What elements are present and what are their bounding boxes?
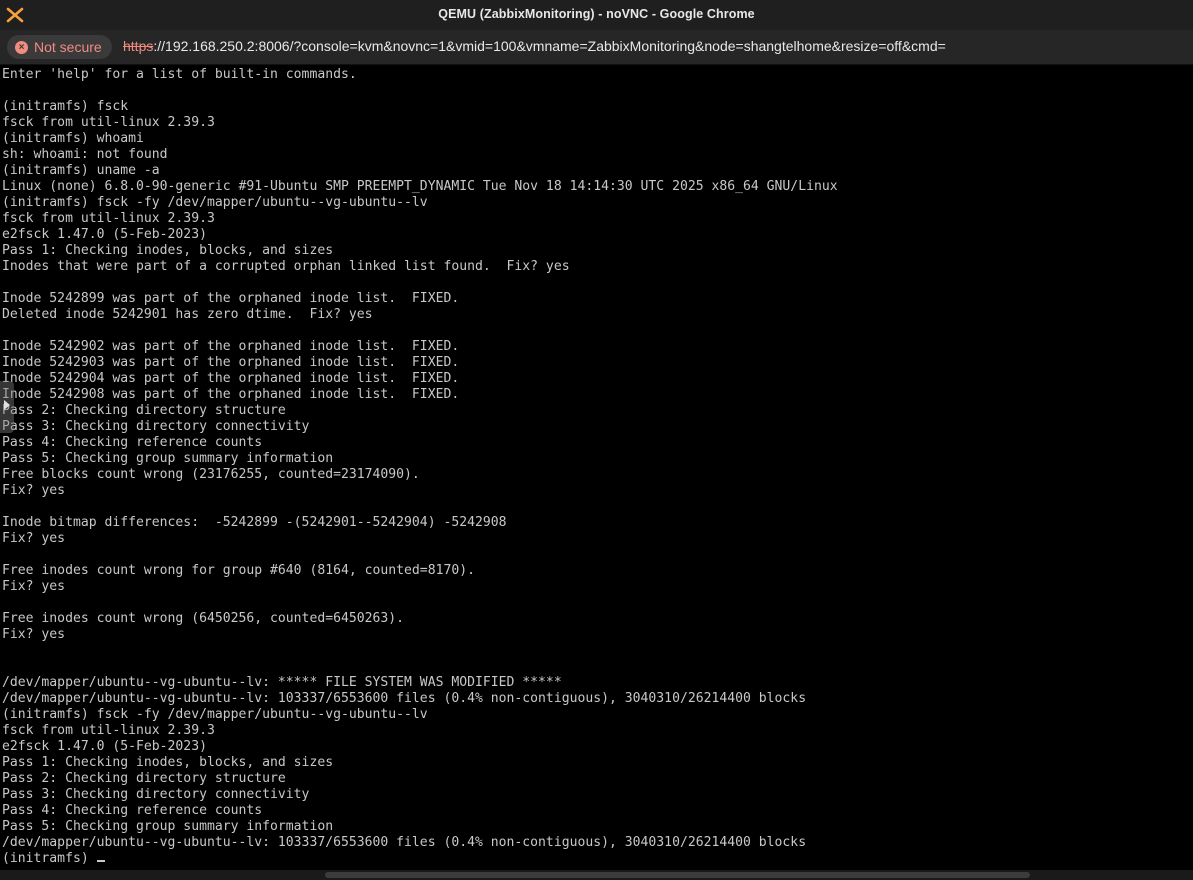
expand-arrow-icon [4,400,10,410]
security-indicator-button[interactable]: × Not secure [7,35,112,59]
terminal-line: Fix? yes [2,483,66,498]
terminal-line: Fix? yes [2,579,66,594]
terminal-line: (initramfs) fsck [2,99,129,114]
terminal-line: /dev/mapper/ubuntu--vg-ubuntu--lv: 10333… [2,835,807,850]
terminal-line: Pass 5: Checking group summary informati… [2,819,334,834]
terminal-line: Free blocks count wrong (23176255, count… [2,467,420,482]
shell-prompt: (initramfs) [2,851,97,866]
terminal-line: Deleted inode 5242901 has zero dtime. Fi… [2,307,373,322]
terminal-line: Enter 'help' for a list of built-in comm… [2,67,357,82]
terminal-line: Pass 3: Checking directory connectivity [2,787,310,802]
terminal-line: (initramfs) whoami [2,131,144,146]
vnc-console-screen[interactable]: Enter 'help' for a list of built-in comm… [0,65,1193,870]
terminal-line: Pass 2: Checking directory structure [2,403,286,418]
address-bar: × Not secure https://192.168.250.2:8006/… [0,30,1193,65]
terminal-line: fsck from util-linux 2.39.3 [2,211,215,226]
terminal-line: (initramfs) uname -a [2,163,160,178]
warning-icon: × [15,40,28,54]
novnc-control-bar-handle[interactable] [0,381,14,433]
url-scheme: https [123,38,154,54]
terminal-line: (initramfs) fsck -fy /dev/mapper/ubuntu-… [2,195,428,210]
scrollbar-thumb[interactable] [325,872,1030,878]
terminal-line: Pass 1: Checking inodes, blocks, and siz… [2,755,334,770]
terminal-line: e2fsck 1.47.0 (5-Feb-2023) [2,227,207,242]
terminal-line: /dev/mapper/ubuntu--vg-ubuntu--lv: 10333… [2,691,807,706]
security-label: Not secure [34,39,102,55]
terminal-line: Fix? yes [2,627,66,642]
terminal-line: Inode 5242902 was part of the orphaned i… [2,339,460,354]
terminal-line: Inode 5242903 was part of the orphaned i… [2,355,460,370]
terminal-line: fsck from util-linux 2.39.3 [2,723,215,738]
terminal-line: (initramfs) fsck -fy /dev/mapper/ubuntu-… [2,707,428,722]
terminal-line: e2fsck 1.47.0 (5-Feb-2023) [2,739,207,754]
terminal-line: Pass 1: Checking inodes, blocks, and siz… [2,243,334,258]
terminal-line: Pass 4: Checking reference counts [2,803,263,818]
terminal-line: Free inodes count wrong (6450256, counte… [2,611,405,626]
terminal-line: Linux (none) 6.8.0-90-generic #91-Ubuntu… [2,179,838,194]
terminal-line: Pass 2: Checking directory structure [2,771,286,786]
terminal-line: fsck from util-linux 2.39.3 [2,115,215,130]
url-field[interactable]: https://192.168.250.2:8006/?console=kvm&… [123,38,946,54]
window-title: QEMU (ZabbixMonitoring) - noVNC - Google… [438,7,755,21]
text-cursor [96,860,105,862]
terminal-line: Pass 3: Checking directory connectivity [2,419,310,434]
terminal-line: Inode 5242899 was part of the orphaned i… [2,291,460,306]
window-titlebar: QEMU (ZabbixMonitoring) - noVNC - Google… [0,0,1193,30]
terminal-line: Inode 5242904 was part of the orphaned i… [2,371,460,386]
terminal-line: Pass 5: Checking group summary informati… [2,451,334,466]
terminal-output: Enter 'help' for a list of built-in comm… [0,65,1193,867]
terminal-line: Free inodes count wrong for group #640 (… [2,563,475,578]
terminal-line: Inode bitmap differences: -5242899 -(524… [2,515,507,530]
terminal-prompt-line: (initramfs) [2,851,1193,867]
terminal-line: Inode 5242908 was part of the orphaned i… [2,387,460,402]
terminal-line: Inodes that were part of a corrupted orp… [2,259,570,274]
terminal-line: /dev/mapper/ubuntu--vg-ubuntu--lv: *****… [2,675,562,690]
terminal-line: Pass 4: Checking reference counts [2,435,263,450]
horizontal-scrollbar[interactable] [0,870,1193,880]
url-rest: ://192.168.250.2:8006/?console=kvm&novnc… [153,38,946,54]
terminal-line: sh: whoami: not found [2,147,168,162]
terminal-line: Fix? yes [2,531,66,546]
